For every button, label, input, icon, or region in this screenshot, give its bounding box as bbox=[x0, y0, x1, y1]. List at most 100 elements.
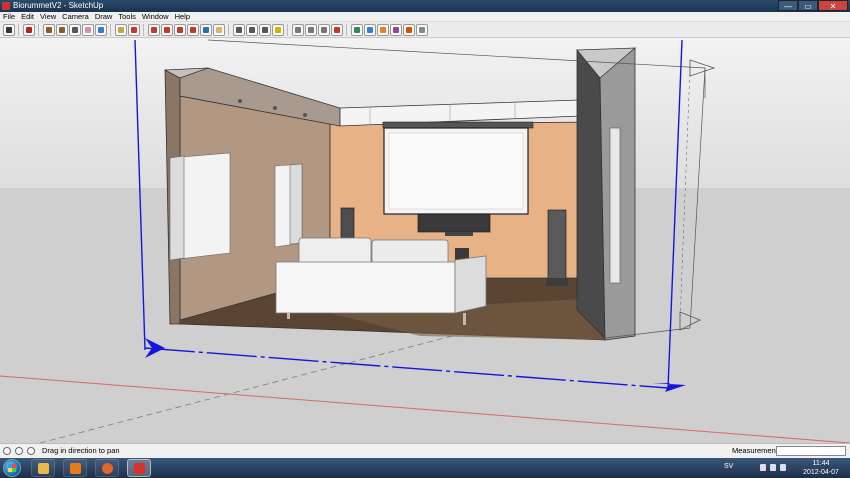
system-clock[interactable]: 11:44 2012-04-07 bbox=[798, 459, 844, 477]
pan-tool-button[interactable] bbox=[212, 23, 225, 36]
left-window-2-frame bbox=[289, 163, 303, 245]
right-speaker bbox=[547, 209, 567, 285]
tray-network-icon[interactable] bbox=[770, 464, 776, 471]
move-tool-icon bbox=[130, 26, 137, 33]
select-tool-button[interactable] bbox=[2, 23, 15, 36]
axes-tool-icon bbox=[333, 26, 340, 33]
arc-tool-button[interactable] bbox=[68, 23, 81, 36]
close-button[interactable]: ✕ bbox=[818, 0, 848, 11]
menu-window[interactable]: Window bbox=[139, 12, 172, 22]
toolbar bbox=[0, 22, 850, 38]
ceiling-light-1 bbox=[238, 99, 242, 103]
center-speaker bbox=[417, 213, 491, 233]
styles-tool-button[interactable] bbox=[415, 23, 428, 36]
sofa-leg-left bbox=[287, 313, 290, 319]
tape-measure-tool-icon bbox=[274, 26, 281, 33]
sketchup-icon bbox=[134, 463, 145, 474]
section-plane-tool-button[interactable] bbox=[376, 23, 389, 36]
title-bar: BiorummetV2 - SketchUp — ▭ ✕ bbox=[0, 0, 850, 12]
rotate-tool-icon bbox=[150, 26, 157, 33]
right-speaker-base bbox=[546, 278, 568, 286]
firefox-icon bbox=[102, 463, 113, 474]
media-player-icon bbox=[70, 463, 81, 474]
walk-tool-button[interactable] bbox=[350, 23, 363, 36]
taskbar-sketchup[interactable] bbox=[127, 459, 151, 477]
axes-tool-button[interactable] bbox=[330, 23, 343, 36]
menu-edit[interactable]: Edit bbox=[18, 12, 37, 22]
follow-me-tool-icon bbox=[163, 26, 170, 33]
screen-inner bbox=[388, 132, 524, 210]
language-indicator[interactable]: SV bbox=[724, 463, 733, 470]
toolbar-separator bbox=[18, 23, 19, 36]
help-icon[interactable] bbox=[27, 447, 35, 455]
menu-camera[interactable]: Camera bbox=[59, 12, 92, 22]
status-bar: Drag in direction to pan Measurements bbox=[0, 443, 850, 458]
tray-flag-icon[interactable] bbox=[760, 464, 766, 471]
zoom-tool-icon bbox=[235, 26, 242, 33]
window-controls: — ▭ ✕ bbox=[778, 0, 848, 11]
screen-housing bbox=[382, 121, 534, 129]
sofa-arm-right bbox=[454, 255, 487, 314]
look-around-tool-icon bbox=[366, 26, 373, 33]
ceiling-light-2 bbox=[273, 106, 277, 110]
rectangle-tool-button[interactable] bbox=[42, 23, 55, 36]
taskbar-media-player[interactable] bbox=[63, 459, 87, 477]
protractor-tool-button[interactable] bbox=[304, 23, 317, 36]
text-tool-icon bbox=[320, 26, 327, 33]
move-tool-button[interactable] bbox=[127, 23, 140, 36]
zoom-extents-tool-icon bbox=[261, 26, 268, 33]
zoom-window-tool-button[interactable] bbox=[245, 23, 258, 36]
credits-icon[interactable] bbox=[15, 447, 23, 455]
follow-me-tool-button[interactable] bbox=[160, 23, 173, 36]
text-tool-button[interactable] bbox=[317, 23, 330, 36]
zoom-extents-tool-button[interactable] bbox=[258, 23, 271, 36]
pan-tool-icon bbox=[215, 26, 222, 33]
right-wall-window bbox=[609, 127, 621, 284]
eraser-tool-button[interactable] bbox=[81, 23, 94, 36]
taskbar-explorer[interactable] bbox=[31, 459, 55, 477]
push-pull-tool-button[interactable] bbox=[114, 23, 127, 36]
scale-tool-icon bbox=[176, 26, 183, 33]
tray-volume-icon[interactable] bbox=[780, 464, 786, 471]
orbit-tool-button[interactable] bbox=[199, 23, 212, 36]
tape-measure-tool-button[interactable] bbox=[271, 23, 284, 36]
model-viewport[interactable] bbox=[0, 38, 850, 443]
measurements-input[interactable] bbox=[776, 446, 846, 456]
menu-view[interactable]: View bbox=[37, 12, 59, 22]
menu-draw[interactable]: Draw bbox=[92, 12, 116, 22]
start-button[interactable] bbox=[3, 459, 21, 477]
styles-tool-icon bbox=[418, 26, 425, 33]
toolbar-separator bbox=[228, 23, 229, 36]
measurements-label: Measurements bbox=[732, 446, 782, 455]
taskbar-firefox[interactable] bbox=[95, 459, 119, 477]
model-scene[interactable] bbox=[0, 38, 850, 443]
line-tool-button[interactable] bbox=[22, 23, 35, 36]
windows-taskbar: SV 11:44 2012-04-07 bbox=[0, 458, 850, 478]
section-plane-tool-icon bbox=[379, 26, 386, 33]
av-shelf bbox=[445, 232, 473, 236]
circle-tool-button[interactable] bbox=[55, 23, 68, 36]
materials-tool-button[interactable] bbox=[402, 23, 415, 36]
clock-time: 11:44 bbox=[812, 460, 830, 467]
menu-tools[interactable]: Tools bbox=[115, 12, 139, 22]
geo-location-icon[interactable] bbox=[3, 447, 11, 455]
minimize-button[interactable]: — bbox=[778, 0, 798, 11]
zoom-tool-button[interactable] bbox=[232, 23, 245, 36]
maximize-button[interactable]: ▭ bbox=[798, 0, 818, 11]
dimension-tool-button[interactable] bbox=[291, 23, 304, 36]
left-window-1-frame bbox=[169, 155, 185, 261]
menu-file[interactable]: File bbox=[0, 12, 18, 22]
ceiling-light-3 bbox=[303, 113, 307, 117]
components-tool-icon bbox=[392, 26, 399, 33]
components-tool-button[interactable] bbox=[389, 23, 402, 36]
scale-tool-button[interactable] bbox=[173, 23, 186, 36]
paint-bucket-tool-button[interactable] bbox=[94, 23, 107, 36]
rotate-tool-button[interactable] bbox=[147, 23, 160, 36]
look-around-tool-button[interactable] bbox=[363, 23, 376, 36]
orbit-tool-icon bbox=[202, 26, 209, 33]
zoom-window-tool-icon bbox=[248, 26, 255, 33]
clock-date: 2012-04-07 bbox=[803, 469, 839, 476]
menu-help[interactable]: Help bbox=[172, 12, 193, 22]
offset-tool-button[interactable] bbox=[186, 23, 199, 36]
folder-icon bbox=[38, 463, 49, 474]
